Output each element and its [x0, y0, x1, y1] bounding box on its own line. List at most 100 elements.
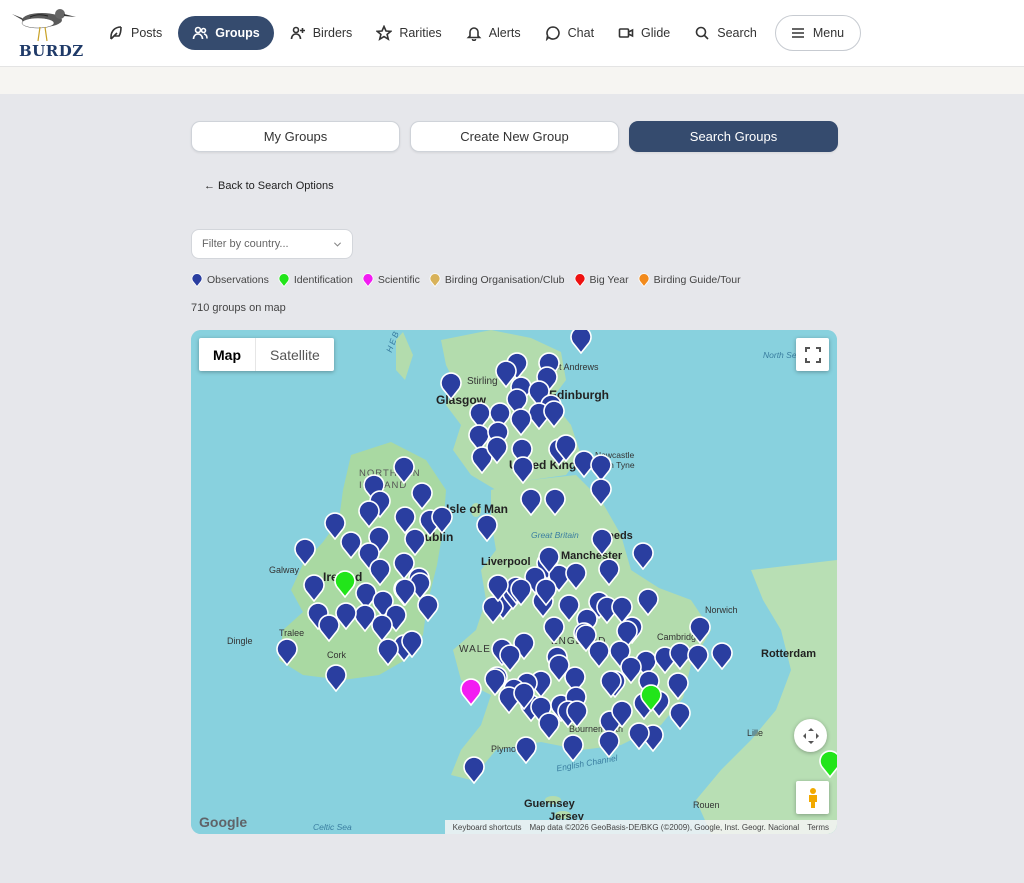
map-marker[interactable] [463, 756, 485, 785]
nav-glide[interactable]: Glide [606, 16, 682, 50]
nav-groups-label: Groups [215, 26, 260, 40]
map-marker[interactable] [294, 538, 316, 567]
legend-observations-label: Observations [207, 274, 269, 286]
nav-chat[interactable]: Chat [533, 16, 606, 50]
map-marker[interactable] [318, 614, 340, 643]
fullscreen-button[interactable] [796, 338, 829, 371]
map-marker[interactable] [570, 330, 592, 355]
legend-big-year-label: Big Year [589, 274, 629, 286]
map-marker[interactable] [515, 736, 537, 765]
map-marker[interactable] [667, 672, 689, 701]
legend-scientific: Scientific [362, 273, 420, 287]
map-marker[interactable] [689, 616, 711, 645]
country-filter-select[interactable]: Filter by country... [191, 229, 353, 259]
nav-posts[interactable]: Posts [96, 16, 174, 50]
map-marker[interactable] [562, 734, 584, 763]
tab-create-new-group[interactable]: Create New Group [410, 121, 619, 152]
map-marker[interactable] [486, 436, 508, 465]
map-pin-icon [510, 408, 532, 437]
map-marker[interactable] [566, 700, 588, 729]
tab-search-groups[interactable]: Search Groups [629, 121, 838, 152]
map-marker[interactable] [535, 578, 557, 607]
map-marker[interactable] [476, 514, 498, 543]
terms-link[interactable]: Terms [807, 823, 829, 832]
map-marker[interactable] [394, 578, 416, 607]
map-marker[interactable] [538, 712, 560, 741]
map-marker[interactable] [520, 488, 542, 517]
map-pin-icon [377, 638, 399, 667]
map-pin-icon [565, 562, 587, 591]
map-marker[interactable] [543, 400, 565, 429]
map-marker[interactable] [632, 542, 654, 571]
map-marker[interactable] [276, 638, 298, 667]
map-pin-icon [711, 642, 733, 671]
map-marker[interactable] [431, 506, 453, 535]
map-marker[interactable] [513, 682, 535, 711]
nav-rarities[interactable]: Rarities [364, 16, 453, 50]
map-marker[interactable] [669, 702, 691, 731]
marker-icon [429, 273, 441, 287]
map-marker[interactable] [325, 664, 347, 693]
map-marker[interactable] [377, 638, 399, 667]
nav-birders-label: Birders [312, 26, 353, 40]
map-marker[interactable] [393, 456, 415, 485]
map-marker[interactable] [565, 562, 587, 591]
map-marker[interactable] [588, 640, 610, 669]
main-nav: Posts Groups Birders Rarities Alerts Cha… [96, 15, 862, 51]
map-marker[interactable] [334, 570, 356, 599]
map-marker[interactable] [510, 578, 532, 607]
map-marker[interactable] [460, 678, 482, 707]
map-marker[interactable] [637, 588, 659, 617]
keyboard-shortcuts-link[interactable]: Keyboard shortcuts [453, 823, 522, 832]
map-pin-icon [543, 616, 565, 645]
map-marker[interactable] [711, 642, 733, 671]
map-marker[interactable] [358, 500, 380, 529]
map-marker[interactable] [510, 408, 532, 437]
menu-button[interactable]: Menu [774, 15, 862, 51]
map-label-rouen: Rouen [693, 800, 720, 810]
map-label-lille: Lille [747, 728, 764, 738]
nav-alerts[interactable]: Alerts [454, 16, 533, 50]
map-marker[interactable] [628, 722, 650, 751]
map-marker[interactable] [543, 616, 565, 645]
map-pin-icon [318, 614, 340, 643]
header-strip [0, 67, 1024, 94]
map-marker[interactable] [598, 558, 620, 587]
map-marker[interactable] [544, 488, 566, 517]
groups-map[interactable]: Stirling Edinburgh Glasgow St Andrews No… [191, 330, 837, 834]
back-to-search-options-link[interactable]: ← Back to Search Options [204, 180, 334, 192]
map-marker[interactable] [598, 730, 620, 759]
map-marker[interactable] [590, 478, 612, 507]
map-pin-icon [417, 594, 439, 623]
map-marker[interactable] [819, 750, 837, 779]
top-navigation-bar: BURDZ Posts Groups Birders Rarities Aler… [0, 0, 1024, 67]
nav-groups[interactable]: Groups [178, 16, 274, 50]
burdz-logo[interactable]: BURDZ [8, 4, 83, 62]
map-marker[interactable] [303, 574, 325, 603]
nav-search[interactable]: Search [682, 16, 769, 50]
map-marker[interactable] [600, 670, 622, 699]
map-marker[interactable] [591, 528, 613, 557]
map-pin-icon [632, 542, 654, 571]
map-marker[interactable] [401, 630, 423, 659]
map-marker[interactable] [487, 574, 509, 603]
map-marker[interactable] [512, 456, 534, 485]
map-pin-icon [440, 372, 462, 401]
map-marker[interactable] [640, 684, 662, 713]
nav-birders[interactable]: Birders [278, 16, 365, 50]
map-pin-icon [404, 528, 426, 557]
tab-my-groups[interactable]: My Groups [191, 121, 400, 152]
street-view-pegman-button[interactable] [796, 781, 829, 814]
map-type-map-button[interactable]: Map [199, 338, 256, 371]
nav-glide-label: Glide [641, 26, 671, 40]
map-marker[interactable] [440, 372, 462, 401]
map-marker[interactable] [417, 594, 439, 623]
map-label-rotterdam: Rotterdam [761, 648, 817, 660]
map-type-satellite-button[interactable]: Satellite [256, 338, 334, 371]
map-pin-icon [591, 528, 613, 557]
map-pin-icon [543, 400, 565, 429]
map-marker[interactable] [404, 528, 426, 557]
camera-control-button[interactable] [794, 719, 827, 752]
map-marker[interactable] [687, 644, 709, 673]
map-pin-icon [303, 574, 325, 603]
